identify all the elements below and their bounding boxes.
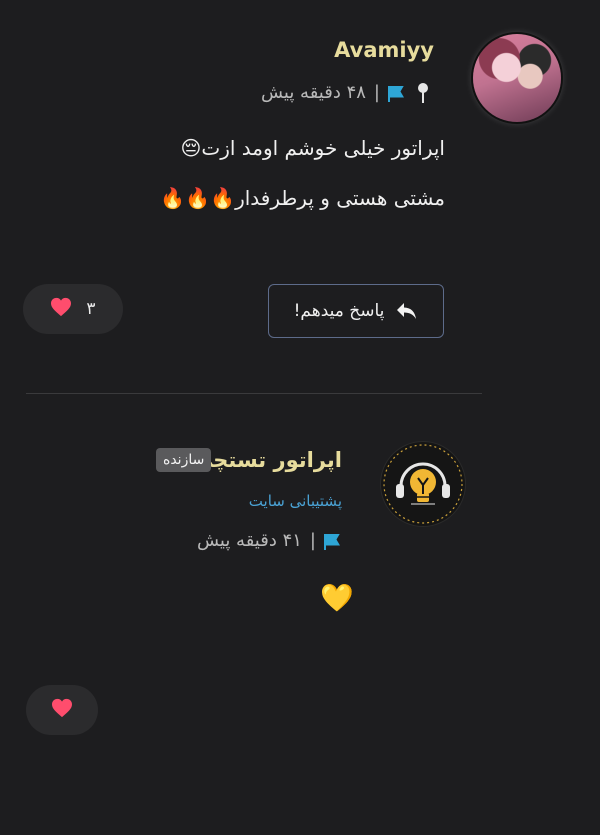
comment-time: ۴۸ دقیقه پیش [260, 82, 366, 103]
operator-avatar[interactable] [381, 442, 465, 526]
comment-meta: | ۴۸ دقیقه پیش [261, 82, 432, 103]
creator-badge: سازنده [156, 448, 212, 472]
like-button[interactable] [26, 685, 98, 735]
username[interactable]: Avamiyy [334, 38, 434, 62]
pin-icon[interactable] [414, 82, 432, 103]
reply-arrow-icon [396, 301, 418, 321]
heart-icon [50, 297, 72, 322]
flag-icon[interactable] [324, 533, 342, 550]
like-button[interactable]: ۳ [23, 284, 123, 334]
flag-icon[interactable] [388, 85, 406, 102]
comment-divider [26, 393, 482, 394]
reply-label: پاسخ میدهم! [293, 301, 385, 321]
heart-icon [51, 698, 73, 723]
operator-username[interactable]: اپراتور تستچی [192, 448, 342, 472]
user-avatar[interactable] [473, 34, 561, 122]
yellow-heart-emoji: 💛 [320, 583, 354, 614]
reply-button[interactable]: پاسخ میدهم! [268, 284, 444, 338]
like-count: ۳ [86, 299, 96, 319]
meta-separator: | [373, 82, 380, 103]
meta-separator: | [309, 530, 316, 551]
comment-text-line: اپراتور خیلی خوشم اومد ازت😔 [180, 136, 445, 160]
operator-role: پشتیبانی سایت [248, 492, 342, 510]
comment-time: ۴۱ دقیقه پیش [196, 530, 302, 551]
comment-meta: | ۴۱ دقیقه پیش [197, 530, 342, 551]
comment-text-line: مشتی هستی و پرطرفدار🔥🔥🔥 [160, 186, 445, 210]
